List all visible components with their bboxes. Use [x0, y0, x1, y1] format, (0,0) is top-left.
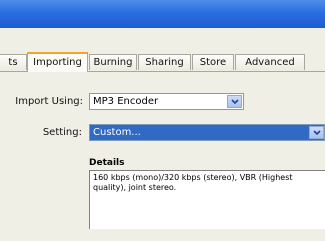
details-box: 160 kbps (mono)/320 kbps (stereo), VBR (…	[89, 170, 325, 229]
setting-dropdown-button[interactable]	[309, 126, 324, 139]
setting-label: Setting:	[42, 127, 82, 138]
chevron-down-icon	[231, 99, 239, 105]
tab-importing[interactable]: Importing	[27, 52, 88, 72]
import-using-value: MP3 Encoder	[93, 96, 159, 107]
tab-advanced[interactable]: Advanced	[235, 54, 305, 70]
setting-select[interactable]: Custom...	[89, 124, 325, 141]
preferences-tabs: ts Importing Burning Sharing Store Advan…	[0, 52, 325, 72]
import-using-label: Import Using:	[15, 96, 83, 107]
tab-store[interactable]: Store	[192, 54, 234, 70]
details-text: 160 kbps (mono)/320 kbps (stereo), VBR (…	[93, 173, 293, 192]
setting-value: Custom...	[93, 127, 141, 138]
details-heading: Details	[89, 158, 125, 168]
import-using-dropdown-button[interactable]	[227, 95, 242, 108]
tab-sharing[interactable]: Sharing	[138, 54, 191, 70]
chevron-down-icon	[313, 130, 321, 136]
window-titlebar	[0, 0, 325, 28]
tab-partial[interactable]: ts	[0, 54, 27, 70]
import-using-select[interactable]: MP3 Encoder	[89, 93, 244, 110]
tab-burning[interactable]: Burning	[89, 54, 137, 70]
